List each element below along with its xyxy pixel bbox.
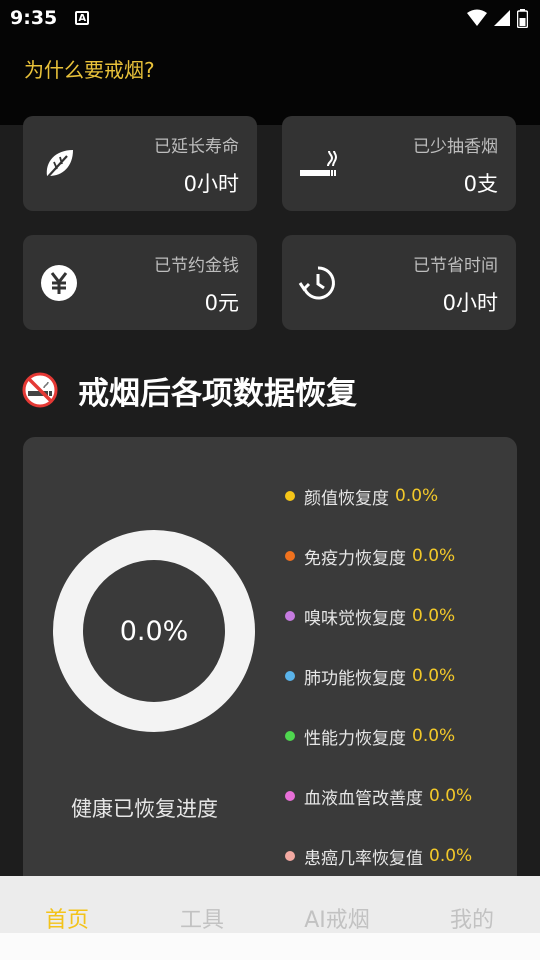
metric-item-blood-vessel: 血液血管改善度 0.0% <box>285 784 473 809</box>
wifi-icon <box>467 9 487 26</box>
overall-percent: 0.0% <box>119 615 189 647</box>
status-time: 9:35 <box>10 7 58 29</box>
signal-icon <box>494 10 510 26</box>
metric-item-immunity: 免疫力恢复度 0.0% <box>285 544 456 569</box>
stat-card-cigarettes-avoided: 已少抽香烟 0支 <box>282 116 516 211</box>
legend-dot <box>285 491 295 501</box>
metric-item-lung: 肺功能恢复度 0.0% <box>285 664 456 689</box>
stat-card-time-saved: 已节省时间 0小时 <box>282 235 516 330</box>
legend-dot <box>285 551 295 561</box>
section-title: 戒烟后各项数据恢复 <box>78 376 357 412</box>
bottom-tab-bar: 首页 工具 AI戒烟 我的 <box>0 876 540 960</box>
metric-value: 0.0% <box>429 846 473 866</box>
yen-icon <box>41 265 77 301</box>
leaf-icon <box>44 150 73 181</box>
metric-value: 0.0% <box>412 546 456 566</box>
tab-mine[interactable]: 我的 <box>427 902 517 934</box>
stat-value: 0小时 <box>442 291 498 315</box>
metric-name: 免疫力恢复度 <box>304 548 406 569</box>
metric-value: 0.0% <box>412 606 456 626</box>
timer-icon <box>298 266 335 300</box>
stat-card-money-saved: 已节约金钱 0元 <box>23 235 257 330</box>
overall-label: 健康已恢复进度 <box>71 797 218 821</box>
metric-item-appearance: 颜值恢复度 0.0% <box>285 484 439 509</box>
tabbar-lower-strip <box>0 933 540 960</box>
metric-value: 0.0% <box>429 786 473 806</box>
legend-dot <box>285 731 295 741</box>
metric-name: 肺功能恢复度 <box>304 668 406 689</box>
legend-dot <box>285 791 295 801</box>
notification-icon: A <box>75 11 90 25</box>
metric-name: 颜值恢复度 <box>304 488 389 509</box>
metric-value: 0.0% <box>395 486 439 506</box>
stat-value: 0小时 <box>183 172 239 196</box>
stat-label: 已延长寿命 <box>154 137 239 157</box>
tab-ai-quit[interactable]: AI戒烟 <box>292 902 382 934</box>
metric-item-smell-taste: 嗅味觉恢复度 0.0% <box>285 604 456 629</box>
tab-home[interactable]: 首页 <box>22 902 112 934</box>
metric-name: 嗅味觉恢复度 <box>304 608 406 629</box>
stat-label: 已少抽香烟 <box>413 137 498 157</box>
tab-tools[interactable]: 工具 <box>157 902 247 934</box>
why-quit-link[interactable]: 为什么要戒烟? <box>24 54 155 83</box>
battery-icon <box>517 8 528 28</box>
stat-label: 已节约金钱 <box>154 256 239 276</box>
stat-value: 0元 <box>204 291 239 315</box>
legend-dot <box>285 671 295 681</box>
status-bar: 9:35 A <box>0 0 540 36</box>
legend-dot <box>285 851 295 861</box>
recovery-panel: 0.0% 健康已恢复进度 颜值恢复度 0.0% 免疫力恢复度 0.0% 嗅味觉恢… <box>23 437 517 897</box>
metric-name: 性能力恢复度 <box>304 728 406 749</box>
legend-dot <box>285 611 295 621</box>
metric-item-cancer-risk: 患癌几率恢复值 0.0% <box>285 844 473 869</box>
metric-value: 0.0% <box>412 726 456 746</box>
stat-label: 已节省时间 <box>413 256 498 276</box>
no-smoking-icon <box>22 372 58 408</box>
metric-value: 0.0% <box>412 666 456 686</box>
recovery-donut-chart: 0.0% <box>53 530 255 732</box>
cigarette-icon <box>300 150 338 176</box>
stat-card-life-extended: 已延长寿命 0小时 <box>23 116 257 211</box>
stat-value: 0支 <box>463 172 498 196</box>
metric-name: 患癌几率恢复值 <box>304 848 423 869</box>
metric-name: 血液血管改善度 <box>304 788 423 809</box>
metric-item-sexual: 性能力恢复度 0.0% <box>285 724 456 749</box>
